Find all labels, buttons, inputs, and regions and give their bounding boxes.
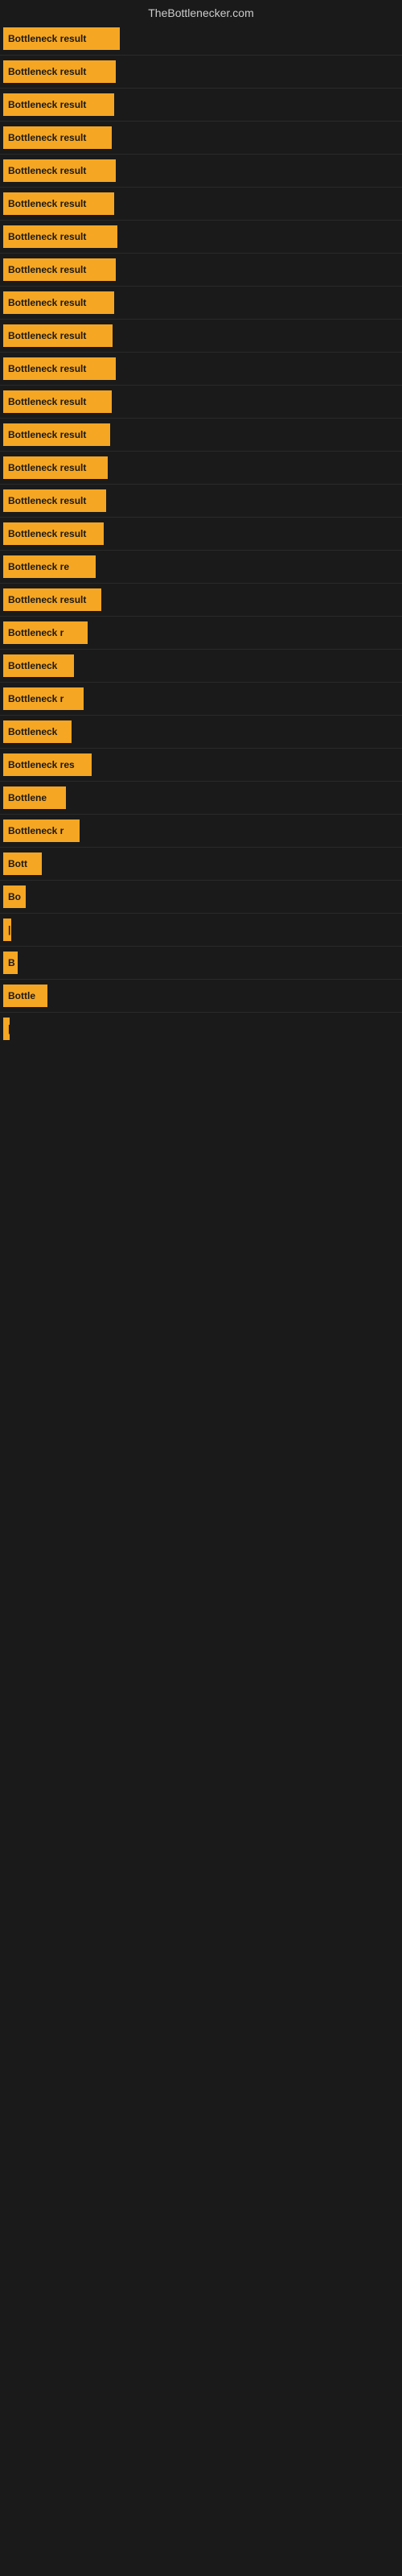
bottleneck-bar: Bottleneck result [3, 291, 114, 314]
bar-row: Bottlene [0, 782, 402, 814]
bottleneck-bar: Bottleneck re [3, 555, 96, 578]
bar-row: Bottleneck r [0, 683, 402, 715]
bottleneck-bar: B [3, 952, 18, 974]
bar-row: Bottleneck result [0, 518, 402, 550]
bar-row: Bottleneck result [0, 584, 402, 616]
bar-row: Bottleneck re [0, 551, 402, 583]
bottleneck-bar: Bottleneck result [3, 258, 116, 281]
bar-row: | [0, 914, 402, 946]
bottleneck-bar: Bottleneck result [3, 225, 117, 248]
bar-row: Bottleneck result [0, 122, 402, 154]
bottleneck-bar: Bottleneck result [3, 126, 112, 149]
bottleneck-bar: Bottle [3, 985, 47, 1007]
bottleneck-bar: Bottleneck result [3, 357, 116, 380]
bottleneck-bar: Bottleneck result [3, 93, 114, 116]
bar-row: Bottleneck result [0, 353, 402, 385]
bar-row: Bo [0, 881, 402, 913]
bottleneck-bar: | [3, 919, 11, 941]
bottleneck-bar: Bottlene [3, 786, 66, 809]
bottleneck-bar: Bottleneck [3, 654, 74, 677]
bar-row: Bottleneck [0, 650, 402, 682]
bar-row: Bottleneck result [0, 386, 402, 418]
bar-row: Bottleneck result [0, 485, 402, 517]
bar-row: Bottleneck result [0, 320, 402, 352]
bottleneck-bar: Bottleneck result [3, 489, 106, 512]
bottleneck-bar: Bottleneck result [3, 390, 112, 413]
bottleneck-bar: Bottleneck result [3, 159, 116, 182]
bottleneck-bar: Bottleneck result [3, 456, 108, 479]
bottleneck-bar: Bottleneck r [3, 687, 84, 710]
bottleneck-bar: Bottleneck result [3, 324, 113, 347]
bottleneck-bar: Bottleneck result [3, 60, 116, 83]
bottleneck-bar: Bottleneck result [3, 27, 120, 50]
bar-row: Bottleneck result [0, 254, 402, 286]
bottleneck-bar: Bottleneck result [3, 522, 104, 545]
bottleneck-bar: Bottleneck result [3, 423, 110, 446]
bar-row: Bottleneck res [0, 749, 402, 781]
bar-row: Bottleneck result [0, 23, 402, 55]
bar-row: Bottleneck result [0, 188, 402, 220]
bottleneck-bar: Bottleneck [3, 720, 72, 743]
bar-row: Bottleneck r [0, 815, 402, 847]
bar-row: Bottleneck result [0, 419, 402, 451]
bottleneck-bar: Bo [3, 886, 26, 908]
bottleneck-bar: Bottleneck result [3, 588, 101, 611]
bar-row: Bottleneck r [0, 617, 402, 649]
site-title: TheBottlenecker.com [0, 0, 402, 23]
header: TheBottlenecker.com [0, 0, 402, 23]
bar-row: Bottle [0, 980, 402, 1012]
bottleneck-bar: Bott [3, 852, 42, 875]
bar-row: Bottleneck result [0, 89, 402, 121]
bar-row: Bottleneck result [0, 155, 402, 187]
bar-row: B [0, 947, 402, 979]
bar-row: Bottleneck result [0, 287, 402, 319]
bottleneck-bar: Bottleneck r [3, 621, 88, 644]
bar-row: Bott [0, 848, 402, 880]
bottleneck-bar: | [3, 1018, 10, 1040]
bar-row: Bottleneck result [0, 56, 402, 88]
bar-row: Bottleneck [0, 716, 402, 748]
bar-row: Bottleneck result [0, 221, 402, 253]
bar-row: | [0, 1013, 402, 1045]
bottleneck-bar: Bottleneck result [3, 192, 114, 215]
bar-row: Bottleneck result [0, 452, 402, 484]
bottleneck-bar: Bottleneck r [3, 819, 80, 842]
bottleneck-bar: Bottleneck res [3, 753, 92, 776]
bars-container: Bottleneck result Bottleneck result Bottle… [0, 23, 402, 1045]
